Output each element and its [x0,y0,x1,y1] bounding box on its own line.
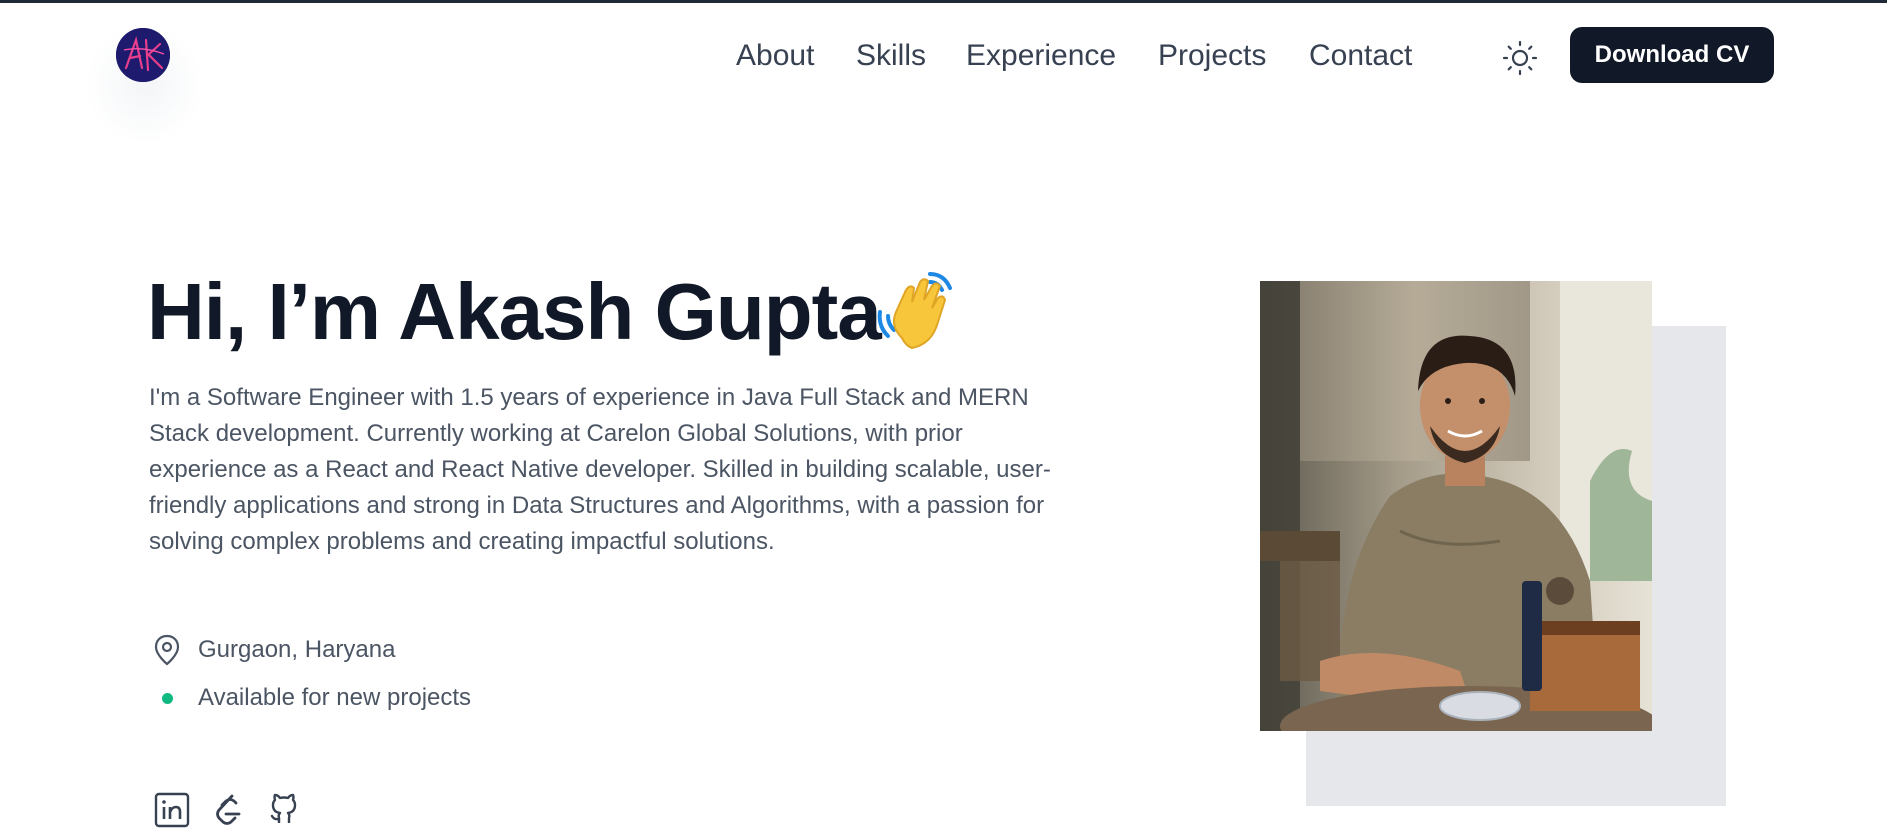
nav-about[interactable]: About [736,36,814,76]
nav-contact[interactable]: Contact [1309,36,1412,76]
nav-skills[interactable]: Skills [856,36,926,76]
location-row: Gurgaon, Haryana [150,632,395,668]
bio-line: Stack development. Currently working at … [149,420,963,447]
bio-line: I'm a Software Engineer with 1.5 years o… [149,384,1029,411]
status-dot-icon [150,681,184,715]
theme-toggle-button[interactable] [1500,38,1540,78]
availability-row: Available for new projects [150,680,471,716]
bio-line: friendly applications and strong in Data… [149,492,1045,519]
hero-title: Hi, I’m Akash Gupta [147,267,882,356]
bio-line: solving complex problems and creating im… [149,528,775,555]
sun-icon [1502,40,1538,76]
logo-monogram-icon [116,28,170,82]
nav-experience[interactable]: Experience [966,36,1116,76]
download-cv-button[interactable]: Download CV [1570,27,1774,83]
location-text: Gurgaon, Haryana [198,636,396,663]
top-border [0,0,1887,3]
location-pin-icon [150,633,184,667]
profile-photo [1260,281,1652,731]
linkedin-icon[interactable] [152,790,192,830]
site-logo[interactable] [116,28,170,82]
availability-text: Available for new projects [198,684,472,711]
waving-hand-icon [872,268,962,358]
nav-projects[interactable]: Projects [1158,36,1266,76]
leetcode-icon[interactable] [208,790,248,830]
bio-line: experience as a React and React Native d… [149,456,1051,483]
social-links [152,790,304,830]
bio-paragraph: I'm a Software Engineer with 1.5 years o… [149,380,1109,560]
github-icon[interactable] [264,790,304,830]
